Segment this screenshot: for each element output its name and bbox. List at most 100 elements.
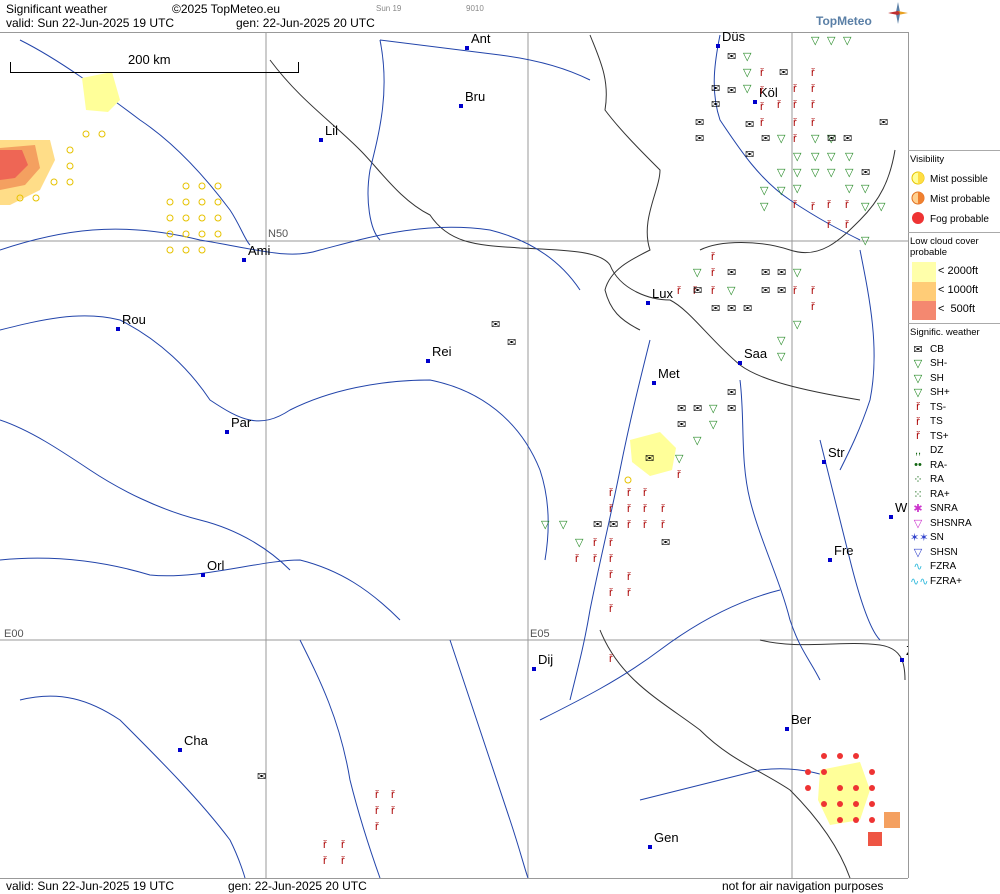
- city-label: Orl: [207, 558, 225, 573]
- shower-icon: ▽: [827, 35, 836, 47]
- shower-icon: ▽: [843, 35, 852, 47]
- cb-icon: ✉: [743, 303, 753, 315]
- thunderstorm-icon: ř: [341, 855, 345, 867]
- snow-rain-icon: ✱: [913, 503, 923, 516]
- cb-icon: ✉: [777, 267, 787, 279]
- cb-icon: ✉: [727, 303, 737, 315]
- thunderstorm-icon: ř: [916, 415, 920, 428]
- shower-icon: ▽: [709, 419, 718, 431]
- freezing-rain-icon: ∿: [913, 561, 923, 574]
- city-label: Saa: [744, 346, 768, 361]
- thunderstorm-icon: ř: [627, 503, 631, 515]
- shower-icon: ▽: [541, 519, 550, 531]
- thunderstorm-icon: ř: [593, 553, 597, 565]
- freezing-rain-heavy-icon: ∿∿: [910, 575, 929, 588]
- shower-icon: ▽: [575, 537, 584, 549]
- city-label: Düs: [722, 32, 746, 44]
- scale-label: 200 km: [128, 52, 171, 67]
- legend-label: FZRA+: [930, 575, 962, 587]
- footer-bar: valid: Sun 22-Jun-2025 19 UTC gen: 22-Ju…: [0, 878, 908, 894]
- legend-item: Mist probable: [910, 189, 998, 209]
- thunderstorm-icon: ř: [811, 301, 815, 313]
- legend-item: ▽ SHSN: [910, 545, 998, 560]
- city-marker: [900, 658, 904, 662]
- city-label: Fre: [834, 543, 854, 558]
- header-bar: Significant weather ©2025 TopMeteo.eu va…: [0, 0, 908, 33]
- shower-icon: ▽: [693, 267, 702, 279]
- shower-icon: ▽: [793, 151, 802, 163]
- thunderstorm-icon: ř: [777, 99, 781, 111]
- cb-icon: ✉: [727, 85, 737, 97]
- cb-icon: ✉: [695, 117, 705, 129]
- thunderstorm-icon: ř: [793, 285, 797, 297]
- thunderstorm-icon: ř: [643, 503, 647, 515]
- shower-icon: ▽: [827, 167, 836, 179]
- thunderstorm-icon: ř: [677, 469, 681, 481]
- header-small-1: Sun 19: [376, 4, 402, 13]
- shower-icon: ▽: [559, 519, 568, 531]
- city-marker: [648, 845, 652, 849]
- rain-icon: ⁘: [913, 474, 923, 487]
- legend-label: SN: [930, 532, 944, 544]
- legend-label: SH: [930, 372, 944, 384]
- shower-icon: ▽: [845, 183, 854, 195]
- shower-icon: ▽: [777, 133, 786, 145]
- legend-item: ř TS-: [910, 400, 998, 415]
- grid-label-e00: E00: [4, 628, 24, 640]
- legend-label: FZRA: [930, 561, 957, 573]
- shower-icon: ▽: [793, 319, 802, 331]
- legend-label: < 500ft: [938, 303, 976, 315]
- legend-label: SHSNRA: [930, 517, 972, 529]
- thunderstorm-icon: ř: [593, 537, 597, 549]
- shower-icon: ▽: [743, 67, 752, 79]
- gen-time: gen: 22-Jun-2025 20 UTC: [236, 16, 375, 30]
- low-cloud-scale: < 2000ft < 1000ft < 500ft: [910, 262, 998, 320]
- city-marker: [459, 104, 463, 108]
- cb-icon: ✉: [727, 267, 737, 279]
- legend-label: < 1000ft: [938, 284, 979, 296]
- map-area[interactable]: 200 km N50 E00 E05 Ant Düs Bru Köl Lil A…: [0, 32, 909, 878]
- city-label: Cha: [184, 733, 208, 748]
- legend-item: ▽ SH+: [910, 386, 998, 401]
- city-marker: [116, 327, 120, 331]
- topmeteo-logo: TopMeteo: [816, 14, 872, 28]
- shower-icon: ▽: [743, 83, 752, 95]
- shower-icon: ▽: [861, 201, 870, 213]
- cb-icon: ✉: [761, 133, 771, 145]
- shower-icon: ▽: [877, 201, 886, 213]
- legend-item: ⁘ RA: [910, 473, 998, 488]
- legend-label: RA+: [930, 488, 950, 500]
- legend-item: ▽ SH: [910, 371, 998, 386]
- cb-icon: ✉: [491, 319, 501, 331]
- cb-icon: ✉: [677, 419, 687, 431]
- legend-visibility-title: Visibility: [910, 154, 945, 165]
- shower-icon: ▽: [811, 167, 820, 179]
- city-marker: [652, 381, 656, 385]
- thunderstorm-icon: ř: [609, 569, 613, 581]
- city-label: Ami: [248, 243, 271, 258]
- city-marker: [201, 573, 205, 577]
- city-marker: [716, 44, 720, 48]
- thunderstorm-icon: ř: [811, 99, 815, 111]
- city-marker: [178, 748, 182, 752]
- cb-icon: ✉: [727, 387, 737, 399]
- shower-icon: ▽: [675, 453, 684, 465]
- thunderstorm-icon: ř: [811, 201, 815, 213]
- shower-icon: ▽: [777, 185, 786, 197]
- city-label: Gen: [654, 830, 679, 845]
- city-label: Str: [828, 445, 845, 460]
- city-marker: [889, 515, 893, 519]
- legend-item: ∿∿ FZRA+: [910, 574, 998, 589]
- grid-label-e05: E05: [530, 628, 550, 640]
- city-marker: [225, 430, 229, 434]
- legend-item: ✶✶ SN: [910, 531, 998, 546]
- thunderstorm-icon: ř: [793, 199, 797, 211]
- thunderstorm-icon: ř: [375, 805, 379, 817]
- thunderstorm-icon: ř: [793, 117, 797, 129]
- city-label: Met: [658, 366, 680, 381]
- thunderstorm-icon: ř: [627, 519, 631, 531]
- thunderstorm-light-icon: ř: [916, 401, 920, 414]
- map-base: [0, 32, 908, 878]
- shower-icon: ▽: [693, 435, 702, 447]
- valid-time: valid: Sun 22-Jun-2025 19 UTC: [6, 16, 175, 30]
